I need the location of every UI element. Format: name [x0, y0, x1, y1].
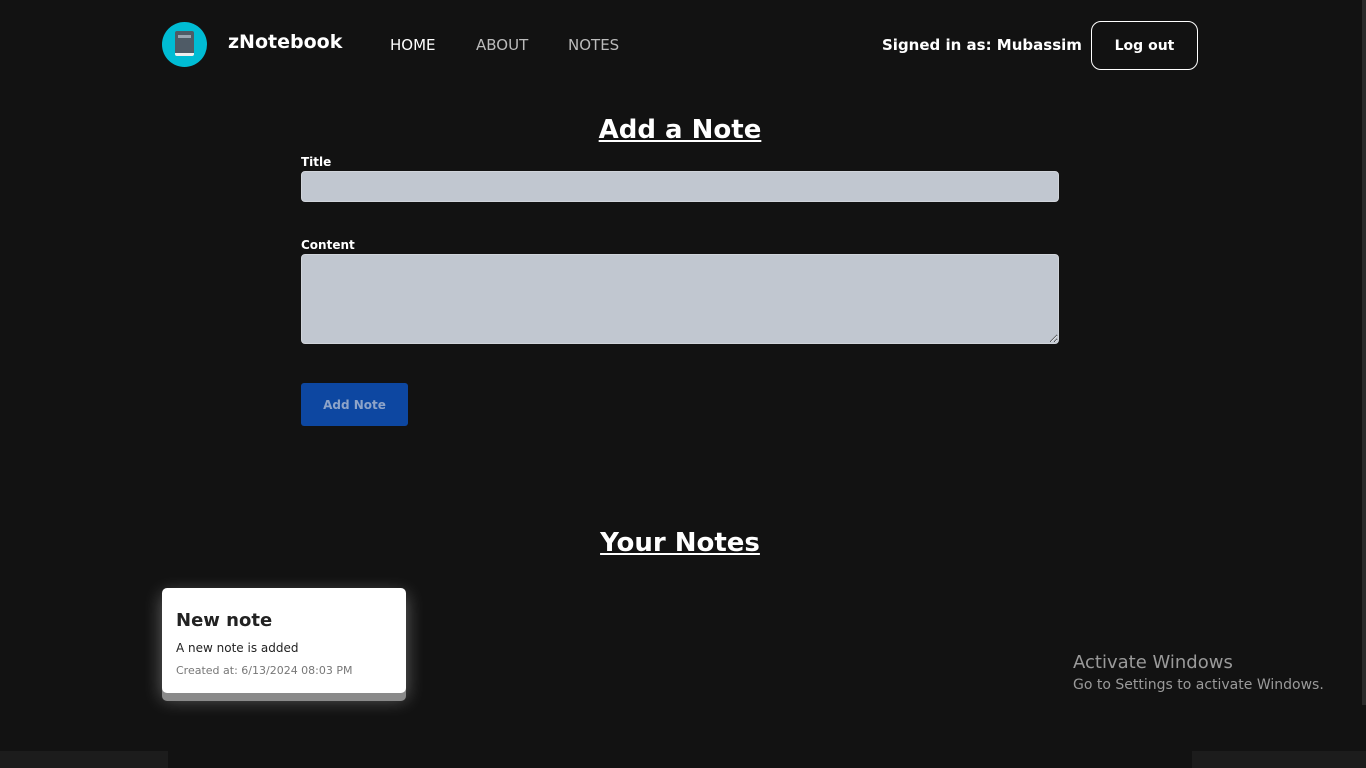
book-icon — [175, 31, 194, 56]
title-label: Title — [301, 155, 332, 169]
content-label: Content — [301, 238, 355, 252]
add-note-button[interactable]: Add Note — [301, 383, 408, 426]
navbar: zNotebook HOME ABOUT NOTES Signed in as:… — [0, 0, 1366, 90]
add-note-heading: Add a Note — [598, 115, 762, 145]
note-created-at: Created at: 6/13/2024 08:03 PM — [176, 664, 353, 677]
activate-windows-title: Activate Windows — [1073, 652, 1233, 673]
title-input[interactable] — [301, 171, 1059, 202]
nav-notes[interactable]: NOTES — [568, 36, 619, 54]
nav-about[interactable]: ABOUT — [476, 36, 528, 54]
activate-windows-subtitle: Go to Settings to activate Windows. — [1073, 677, 1324, 693]
note-card[interactable]: New note A new note is added Created at:… — [162, 588, 406, 693]
brand-name[interactable]: zNotebook — [228, 31, 342, 53]
logout-button[interactable]: Log out — [1091, 21, 1198, 70]
content-textarea[interactable] — [301, 254, 1059, 344]
logo[interactable] — [162, 22, 207, 67]
note-content: A new note is added — [176, 641, 299, 655]
note-title: New note — [176, 610, 273, 631]
footer-right — [1192, 751, 1366, 768]
footer-left — [0, 751, 168, 768]
nav-home[interactable]: HOME — [390, 36, 436, 54]
scrollbar[interactable] — [1362, 0, 1366, 705]
signed-in-text: Signed in as: Mubassim — [882, 36, 1082, 54]
your-notes-heading: Your Notes — [600, 528, 760, 558]
